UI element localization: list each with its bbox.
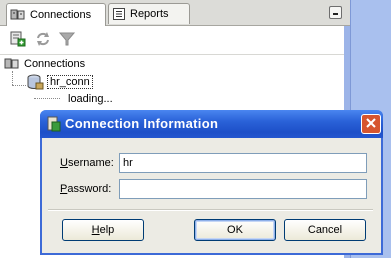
ok-button[interactable]: OK <box>194 219 276 241</box>
toolbar <box>0 26 344 55</box>
tab-connections[interactable]: Connections <box>6 3 106 26</box>
database-connection-icon <box>26 74 44 90</box>
password-field[interactable] <box>119 179 367 199</box>
username-field[interactable] <box>119 153 367 173</box>
dialog-titlebar[interactable]: Connection Information <box>40 110 383 138</box>
password-label-rest: assword: <box>67 183 112 195</box>
dialog-body: Username: Password: Help OK Cancel <box>42 138 381 253</box>
connections-icon <box>10 8 26 22</box>
password-label: Password: <box>60 183 111 195</box>
new-connection-button[interactable] <box>9 31 27 49</box>
reports-icon <box>112 7 126 21</box>
dialog-title: Connection Information <box>65 116 219 131</box>
connection-dialog: Connection Information Username: Passwor… <box>40 110 383 255</box>
tree-connector <box>12 85 26 86</box>
new-connection-icon <box>9 30 27 51</box>
tab-reports[interactable]: Reports <box>108 3 190 24</box>
button-separator <box>48 209 373 211</box>
tab-reports-label: Reports <box>130 8 169 20</box>
close-button[interactable] <box>361 114 381 134</box>
filter-icon <box>58 30 76 51</box>
help-button[interactable]: Help <box>62 219 144 241</box>
help-mnemonic: H <box>91 224 100 236</box>
username-mnemonic: U <box>60 157 68 169</box>
tree-node-label: hr_conn <box>47 75 93 89</box>
tree-connector <box>12 71 13 85</box>
tree-node-hr-conn[interactable]: hr_conn <box>26 74 93 90</box>
cancel-button[interactable]: Cancel <box>284 219 366 241</box>
close-icon <box>365 117 377 132</box>
help-label-rest: elp <box>99 224 115 236</box>
ok-label: OK <box>227 224 243 236</box>
cancel-label: Cancel <box>307 224 343 236</box>
tab-bar: Connections Reports <box>0 0 350 26</box>
connections-icon <box>4 57 20 71</box>
username-label: Username: <box>60 157 114 169</box>
tree-root-label: Connections <box>24 58 86 70</box>
loading-label: loading... <box>68 93 113 105</box>
refresh-icon <box>34 30 52 51</box>
filter-button[interactable] <box>58 31 76 49</box>
tab-connections-label: Connections <box>30 9 92 21</box>
minimize-button[interactable] <box>329 6 342 19</box>
tree-root-connections[interactable]: Connections <box>4 56 85 72</box>
tree-connector <box>34 98 60 99</box>
dialog-app-icon <box>47 116 61 132</box>
refresh-button[interactable] <box>34 31 52 49</box>
username-label-rest: sername: <box>67 157 114 169</box>
tree-loading-item: loading... <box>68 91 113 107</box>
